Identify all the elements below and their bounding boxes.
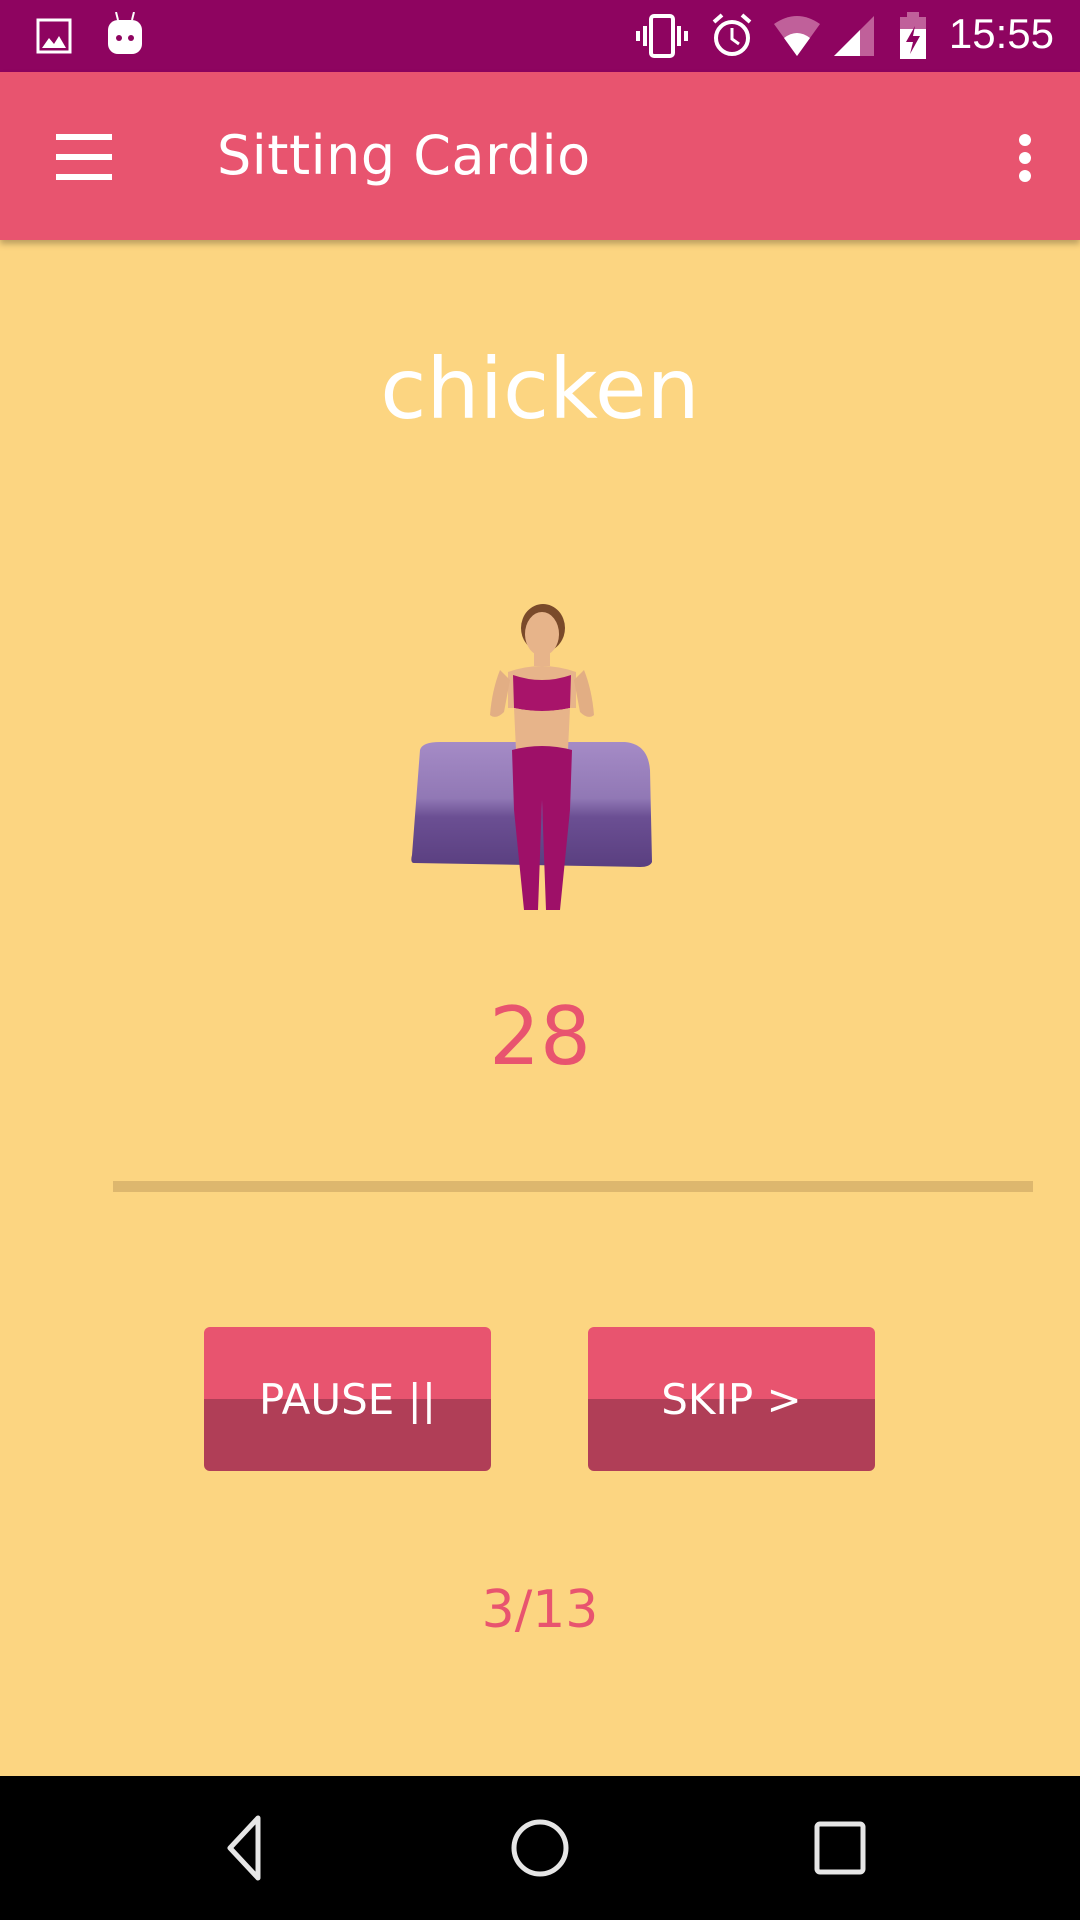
exercise-progress-bar: [113, 1181, 1033, 1192]
skip-button[interactable]: SKIP >: [588, 1327, 875, 1471]
exercise-name: chicken: [380, 340, 700, 438]
skip-button-label: SKIP >: [661, 1374, 802, 1424]
app-bar: Sitting Cardio: [0, 72, 1080, 240]
wifi-icon: [774, 16, 820, 56]
more-vert-icon[interactable]: [1000, 122, 1050, 192]
vibrate-icon: [636, 14, 688, 58]
pause-button[interactable]: PAUSE ||: [204, 1327, 491, 1471]
hamburger-menu-icon[interactable]: [40, 122, 130, 192]
battery-charging-icon: [900, 12, 926, 59]
back-icon[interactable]: [182, 1806, 302, 1890]
gallery-icon: [36, 18, 72, 54]
recents-icon[interactable]: [780, 1806, 900, 1890]
home-icon[interactable]: [480, 1806, 600, 1890]
exercise-illustration: [411, 604, 652, 910]
pause-button-label: PAUSE ||: [259, 1374, 436, 1424]
countdown-timer: 28: [489, 990, 591, 1083]
signal-icon: [834, 16, 874, 56]
status-bar: 15:55: [0, 0, 1080, 72]
exercise-step-counter: 3/13: [481, 1580, 599, 1640]
navigation-bar: [0, 1776, 1080, 1920]
alarm-icon: [712, 13, 752, 56]
android-debug-icon: [108, 12, 142, 54]
page-title: Sitting Cardio: [217, 124, 591, 187]
status-time: 15:55: [948, 10, 1054, 57]
